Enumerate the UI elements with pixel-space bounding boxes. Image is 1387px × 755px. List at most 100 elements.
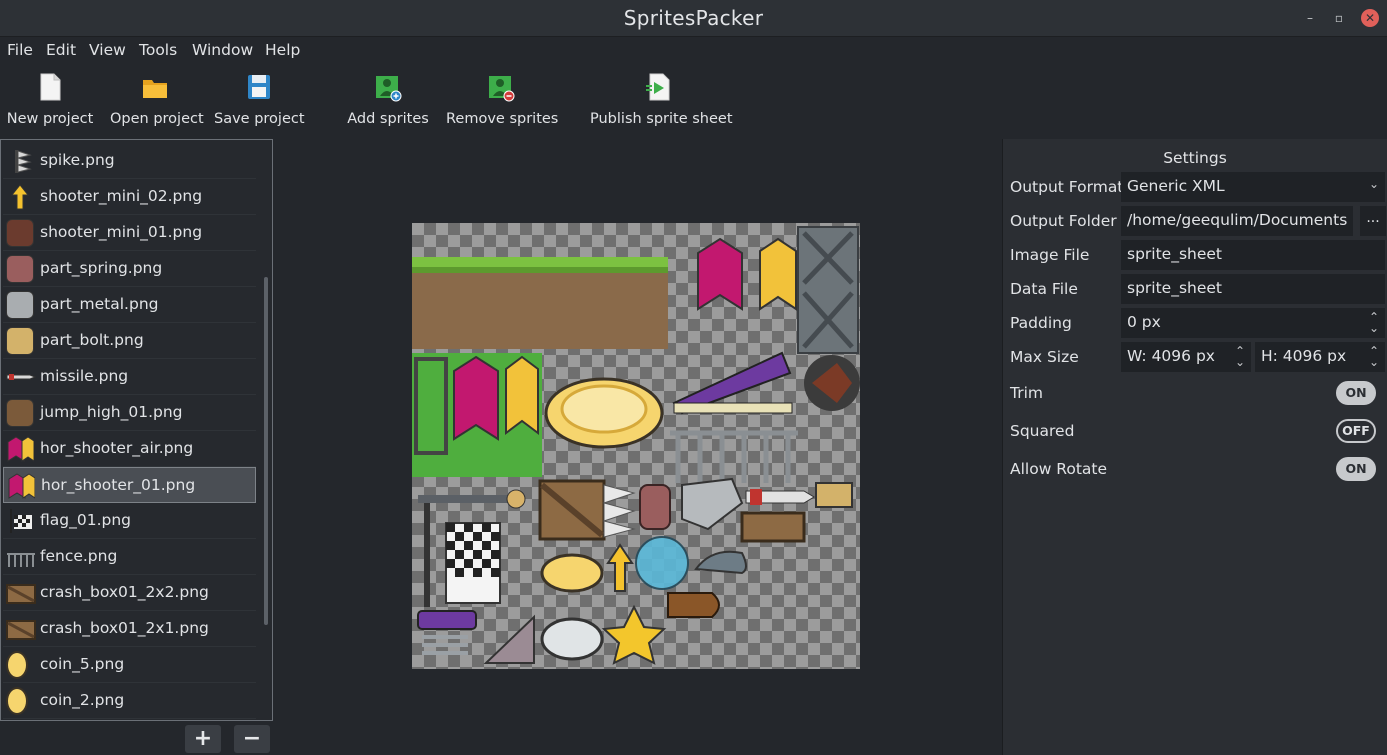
allow-rotate-toggle[interactable]: ON: [1336, 457, 1376, 481]
menu-edit[interactable]: Edit: [46, 41, 76, 59]
menu-bar: File Edit View Tools Window Help: [0, 37, 1387, 64]
sprite-list-item[interactable]: coin_2.png: [3, 683, 256, 719]
trim-row: Trim ON: [1010, 378, 1382, 408]
new-file-icon: [40, 73, 61, 101]
sprite-file-name: hor_shooter_air.png: [40, 439, 194, 457]
image-file-field[interactable]: sprite_sheet: [1121, 240, 1385, 270]
browse-folder-button[interactable]: ...: [1360, 206, 1386, 236]
settings-panel: Settings Output Format Generic XML ⌄ Out…: [1002, 139, 1387, 755]
save-icon: [248, 75, 270, 99]
add-sprites-button[interactable]: Add sprites: [343, 64, 433, 136]
metal-part-icon: [6, 291, 34, 319]
output-format-value: Generic XML: [1127, 177, 1225, 195]
allow-rotate-label: Allow Rotate: [1010, 460, 1108, 478]
sprite-file-name: flag_01.png: [40, 511, 132, 529]
save-project-label: Save project: [214, 111, 305, 127]
flag-icon: [6, 507, 34, 535]
max-size-row: Max Size W: 4096 px ⌃ ⌄ H: 4096 px ⌃ ⌄: [1010, 342, 1385, 372]
toolbar: New project Open project Save project Ad…: [0, 64, 1387, 138]
chevron-down-icon: ⌄: [1368, 177, 1379, 191]
menu-window[interactable]: Window: [192, 41, 253, 59]
sprite-list[interactable]: spike.png shooter_mini_02.png shooter_mini…: [0, 139, 273, 721]
save-project-button[interactable]: Save project: [214, 64, 305, 136]
trim-label: Trim: [1010, 384, 1043, 402]
menu-file[interactable]: File: [7, 41, 33, 59]
sprite-sheet-preview: [412, 223, 860, 669]
sprite-list-item[interactable]: spike.png: [3, 143, 256, 179]
shooter-icon: [6, 435, 35, 463]
max-height-spinbox[interactable]: H: 4096 px ⌃ ⌄: [1255, 342, 1385, 372]
folder-icon: [143, 80, 167, 98]
menu-tools[interactable]: Tools: [139, 41, 177, 59]
minimize-icon[interactable]: –: [1301, 9, 1319, 27]
sprite-file-name: fence.png: [40, 547, 118, 565]
allow-rotate-row: Allow Rotate ON: [1010, 454, 1382, 484]
sprite-list-item[interactable]: fence.png: [3, 539, 256, 575]
new-project-button[interactable]: New project: [5, 64, 95, 136]
padding-row: Padding 0 px ⌃ ⌄: [1010, 308, 1385, 338]
spin-arrows-icon: ⌃ ⌄: [1368, 344, 1379, 369]
remove-sprites-button[interactable]: Remove sprites: [446, 64, 559, 136]
padding-label: Padding: [1010, 314, 1072, 332]
squared-toggle[interactable]: OFF: [1336, 419, 1376, 443]
sprite-list-item[interactable]: part_metal.png: [3, 287, 256, 323]
data-file-value: sprite_sheet: [1127, 279, 1223, 297]
add-sprite-icon: [376, 76, 402, 102]
ball-icon: [6, 219, 34, 247]
coin-icon: [6, 651, 28, 679]
sprite-list-scrollbar[interactable]: [264, 277, 268, 625]
sprite-file-name: crash_box01_2x1.png: [40, 619, 209, 637]
output-folder-field[interactable]: /home/geequlim/Documents: [1121, 206, 1353, 236]
sprite-list-item[interactable]: coin_5.png: [3, 647, 256, 683]
sprite-sheet-canvas[interactable]: [274, 139, 1000, 755]
padding-spinbox[interactable]: 0 px ⌃ ⌄: [1121, 308, 1385, 338]
sprite-file-name: shooter_mini_02.png: [40, 187, 203, 205]
sprite-list-item[interactable]: part_spring.png: [3, 251, 256, 287]
sprite-file-name: shooter_mini_01.png: [40, 223, 203, 241]
publish-label: Publish sprite sheet: [590, 111, 733, 127]
image-file-row: Image File sprite_sheet: [1010, 240, 1385, 270]
max-width-value: W: 4096 px: [1127, 347, 1215, 365]
max-height-value: H: 4096 px: [1261, 347, 1347, 365]
settings-heading: Settings: [1163, 149, 1227, 167]
close-icon[interactable]: ✕: [1361, 9, 1379, 27]
data-file-field[interactable]: sprite_sheet: [1121, 274, 1385, 304]
squared-label: Squared: [1010, 422, 1075, 440]
sprite-list-item[interactable]: flag_01.png: [3, 503, 256, 539]
menu-view[interactable]: View: [89, 41, 126, 59]
trim-toggle[interactable]: ON: [1336, 381, 1376, 405]
output-folder-row: Output Folder /home/geequlim/Documents .…: [1010, 206, 1386, 236]
spin-arrows-icon: ⌃ ⌄: [1234, 344, 1245, 369]
sprite-file-name: spike.png: [40, 151, 115, 169]
remove-sprite-icon: [489, 76, 515, 102]
remove-sprite-button[interactable]: −: [234, 725, 270, 753]
arrow-up-icon: [6, 183, 34, 211]
new-project-label: New project: [6, 111, 94, 127]
restore-icon[interactable]: ▫: [1330, 9, 1348, 27]
open-project-button[interactable]: Open project: [110, 64, 204, 136]
sprite-file-name: jump_high_01.png: [40, 403, 183, 421]
image-file-value: sprite_sheet: [1127, 245, 1223, 263]
output-format-select[interactable]: Generic XML ⌄: [1121, 172, 1385, 202]
max-width-spinbox[interactable]: W: 4096 px ⌃ ⌄: [1121, 342, 1251, 372]
crate-icon: [6, 615, 36, 643]
spike-icon: [6, 147, 34, 175]
menu-help[interactable]: Help: [265, 41, 300, 59]
publish-sprite-sheet-button[interactable]: Publish sprite sheet: [590, 64, 733, 136]
remove-sprites-label: Remove sprites: [446, 111, 559, 127]
sprite-list-item[interactable]: hor_shooter_air.png: [3, 431, 256, 467]
data-file-row: Data File sprite_sheet: [1010, 274, 1385, 304]
sprite-list-item[interactable]: shooter_mini_02.png: [3, 179, 256, 215]
add-sprite-button[interactable]: +: [185, 725, 221, 753]
sprite-list-item[interactable]: jump_high_01.png: [3, 395, 256, 431]
sprite-list-item[interactable]: part_bolt.png: [3, 323, 256, 359]
missile-icon: [6, 363, 37, 391]
sprite-list-item[interactable]: crash_box01_2x2.png: [3, 575, 256, 611]
sprite-list-item[interactable]: shooter_mini_01.png: [3, 215, 256, 251]
sprite-list-item[interactable]: crash_box01_2x1.png: [3, 611, 256, 647]
publish-icon: [646, 73, 670, 101]
output-folder-value: /home/geequlim/Documents: [1127, 211, 1348, 229]
sprite-list-item[interactable]: missile.png: [3, 359, 256, 395]
packed-sprites-image: [412, 226, 860, 665]
sprite-list-item[interactable]: hor_shooter_01.png: [3, 467, 256, 503]
